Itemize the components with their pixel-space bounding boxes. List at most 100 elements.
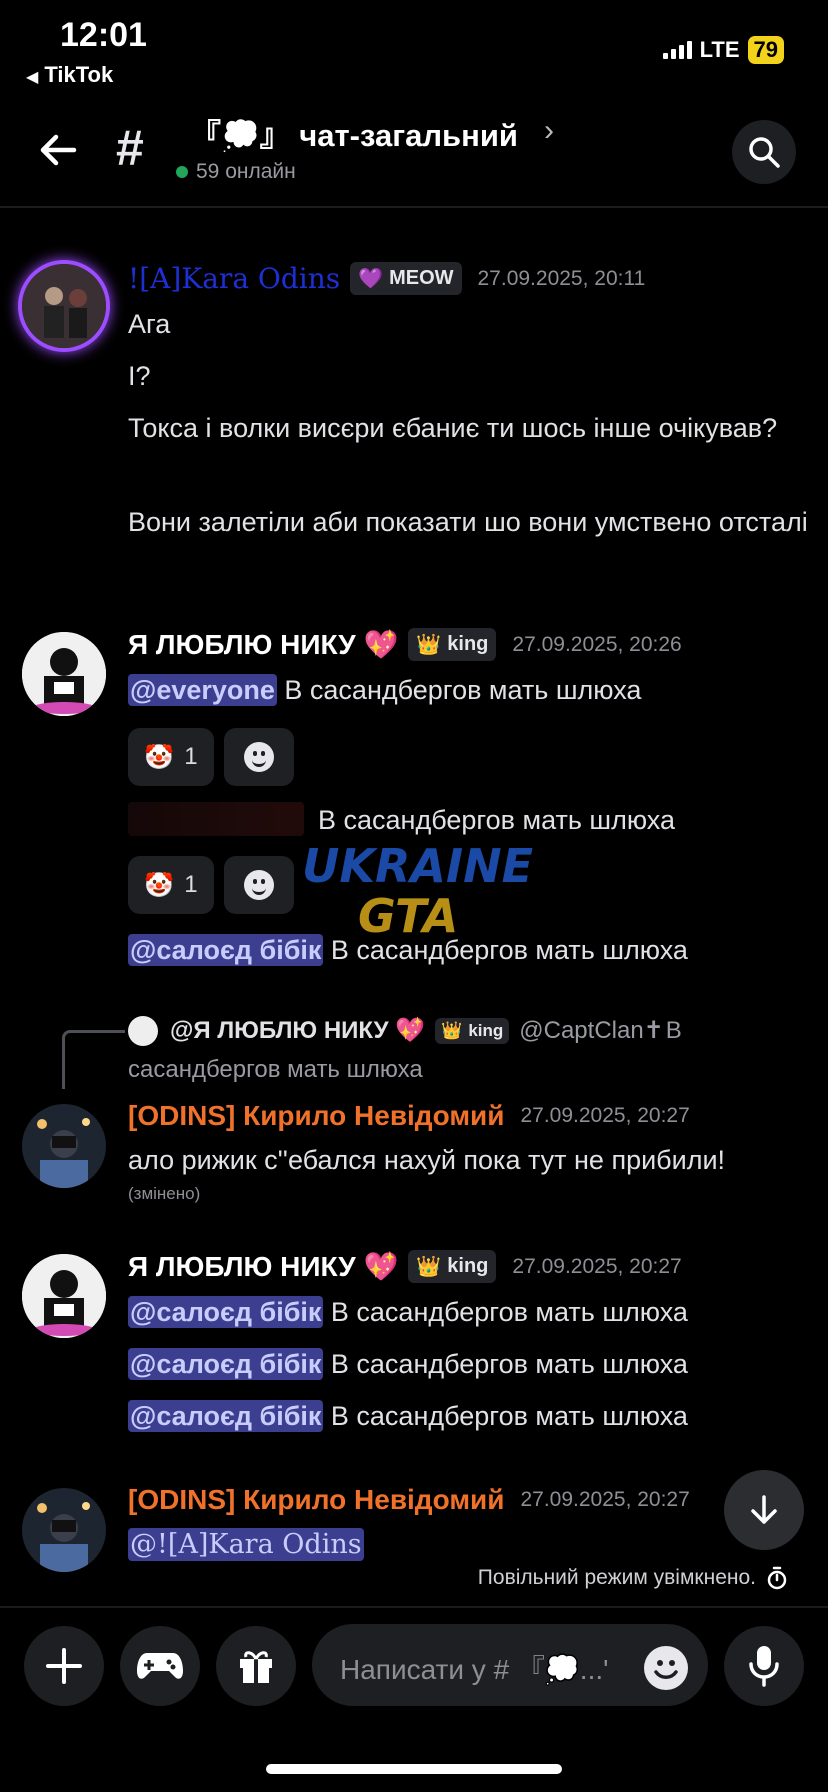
home-indicator [266, 1764, 562, 1774]
role-tag-label: king [447, 1255, 489, 1277]
role-tag: 👑 king [408, 1250, 497, 1283]
message-text: @everyone В сасандбергов мать шлюха [128, 670, 641, 711]
mention[interactable]: @салоєд бібік [128, 1296, 324, 1328]
crown-icon: 👑 [416, 1256, 442, 1278]
reply-avatar [128, 1016, 158, 1046]
reply-connector [62, 1030, 125, 1089]
message-author[interactable]: Я ЛЮБЛЮ НИКУ 💖 [128, 628, 398, 661]
jump-to-bottom-button[interactable] [724, 1470, 804, 1550]
crown-icon: 👑 [441, 1020, 463, 1040]
chevron-right-icon[interactable]: › [544, 114, 554, 148]
microphone-icon [749, 1646, 779, 1687]
message-time: 27.09.2025, 20:27 [520, 1488, 690, 1511]
online-label: 59 онлайн [196, 160, 296, 183]
role-tag-label: MEOW [389, 267, 454, 289]
message-author[interactable]: [ODINS] Кирило Невідомий [128, 1484, 504, 1516]
reply-preview[interactable]: @Я ЛЮБЛЮ НИКУ 💖 👑 king @CaptClan✝ В [170, 1016, 682, 1045]
role-tag: 👑 king [435, 1017, 510, 1044]
clown-emoji-icon: 🤡 [144, 871, 175, 899]
message-text: Ага [128, 309, 171, 339]
mention[interactable]: @салоєд бібік [128, 1400, 324, 1432]
gamepad-icon [137, 1653, 183, 1679]
reaction-clown[interactable]: 🤡 1 [128, 856, 214, 914]
back-triangle-icon: ◀ [26, 69, 39, 86]
plus-icon [46, 1648, 82, 1684]
message-text: Вони залетіли аби показати шо вони умств… [128, 507, 808, 537]
reply-text: В [665, 1016, 682, 1044]
composer-divider [0, 1606, 828, 1608]
message-text: @салоєд бібік В сасандбергов мать шлюха [128, 1396, 688, 1437]
svg-text:GTA: GTA [358, 889, 458, 943]
avatar[interactable] [22, 632, 106, 716]
header-divider [0, 206, 828, 208]
message-body: В сасандбергов мать шлюха [323, 1401, 688, 1431]
search-button[interactable] [732, 120, 796, 184]
add-attachment-button[interactable] [24, 1626, 104, 1706]
gift-button[interactable] [216, 1626, 296, 1706]
mention[interactable]: @салоєд бібік [128, 1348, 324, 1380]
channel-name[interactable]: 『💭』 чат-загальний [190, 110, 518, 155]
mention[interactable]: @![A]Kara Odins [128, 1528, 364, 1561]
message-time: 27.09.2025, 20:26 [512, 632, 682, 656]
smile-icon [244, 742, 274, 772]
status-time: 12:01 [60, 16, 147, 54]
message-text: ало рижик с''ебался нахуй пока тут не пр… [128, 1145, 726, 1175]
battery-icon: 79 [747, 36, 784, 64]
stopwatch-icon [767, 1566, 787, 1590]
back-to-app-link[interactable]: ◀ TikTok [26, 62, 113, 88]
message-body: В сасандбергов мать шлюха [323, 1349, 688, 1379]
reaction-clown[interactable]: 🤡 1 [128, 728, 214, 786]
avatar[interactable] [22, 1254, 106, 1338]
status-indicators: LTE 79 [662, 36, 784, 64]
svg-text:UKRAINE: UKRAINE [302, 839, 533, 893]
gift-icon [240, 1651, 272, 1683]
arrow-down-icon [751, 1495, 777, 1524]
signal-icon [662, 41, 692, 59]
message-body: В сасандбергов мать шлюха [323, 1297, 688, 1327]
message-author[interactable]: [ODINS] Кирило Невідомий [128, 1100, 504, 1132]
message-text: @салоєд бібік В сасандбергов мать шлюха [128, 1292, 688, 1333]
heart-icon: 💜 [358, 268, 384, 290]
online-count: 59 онлайн [176, 160, 296, 184]
add-reaction-button[interactable] [224, 728, 294, 786]
message-input-placeholder: Написати у # 『💭...' [340, 1654, 609, 1685]
message-text: Токса і волки висєри єбаниє ти шось інше… [128, 413, 778, 443]
reaction-count: 1 [184, 743, 198, 770]
message-time: 27.09.2025, 20:11 [477, 266, 646, 290]
online-dot-icon [176, 166, 188, 178]
mention[interactable]: @салоєд бібік [128, 934, 324, 966]
message-author[interactable]: ![A]Kara Odins [128, 262, 340, 295]
channel-hash-icon: # [116, 120, 144, 176]
reply-author: @Я ЛЮБЛЮ НИКУ 💖 [170, 1017, 426, 1044]
reply-text: сасандбергов мать шлюха [128, 1056, 423, 1083]
clown-emoji-icon: 🤡 [144, 743, 175, 771]
emoji-picker-icon[interactable] [644, 1646, 688, 1690]
message-text: І? [128, 361, 151, 391]
reaction-count: 1 [184, 871, 198, 898]
reply-mention: @CaptClan✝ [519, 1017, 664, 1044]
slow-mode-label: Повільний режим увімкнено. [477, 1566, 756, 1589]
crown-icon: 👑 [416, 634, 442, 656]
slow-mode-notice: Повільний режим увімкнено. [478, 1566, 788, 1590]
avatar[interactable] [22, 264, 106, 348]
add-reaction-button[interactable] [224, 856, 294, 914]
role-tag: 💜 MEOW [350, 262, 462, 295]
message-author[interactable]: Я ЛЮБЛЮ НИКУ 💖 [128, 1250, 398, 1283]
message-time: 27.09.2025, 20:27 [512, 1254, 682, 1278]
avatar[interactable] [22, 1104, 106, 1188]
edited-label: (змінено) [128, 1184, 201, 1203]
watermark-logo: UKRAINE GTA [298, 834, 538, 949]
message-text: @![A]Kara Odins [128, 1524, 364, 1565]
voice-message-button[interactable] [724, 1626, 804, 1706]
role-tag-label: king [468, 1020, 504, 1040]
back-arrow-icon[interactable] [36, 128, 80, 172]
message-time: 27.09.2025, 20:27 [520, 1104, 690, 1127]
search-icon [749, 137, 780, 168]
mention[interactable]: @everyone [128, 674, 277, 706]
activities-button[interactable] [120, 1626, 200, 1706]
message-text: @салоєд бібік В сасандбергов мать шлюха [128, 1344, 688, 1385]
back-app-label: TikTok [44, 62, 114, 87]
smile-icon [244, 870, 274, 900]
avatar[interactable] [22, 1488, 106, 1572]
hidden-mention [128, 802, 304, 836]
